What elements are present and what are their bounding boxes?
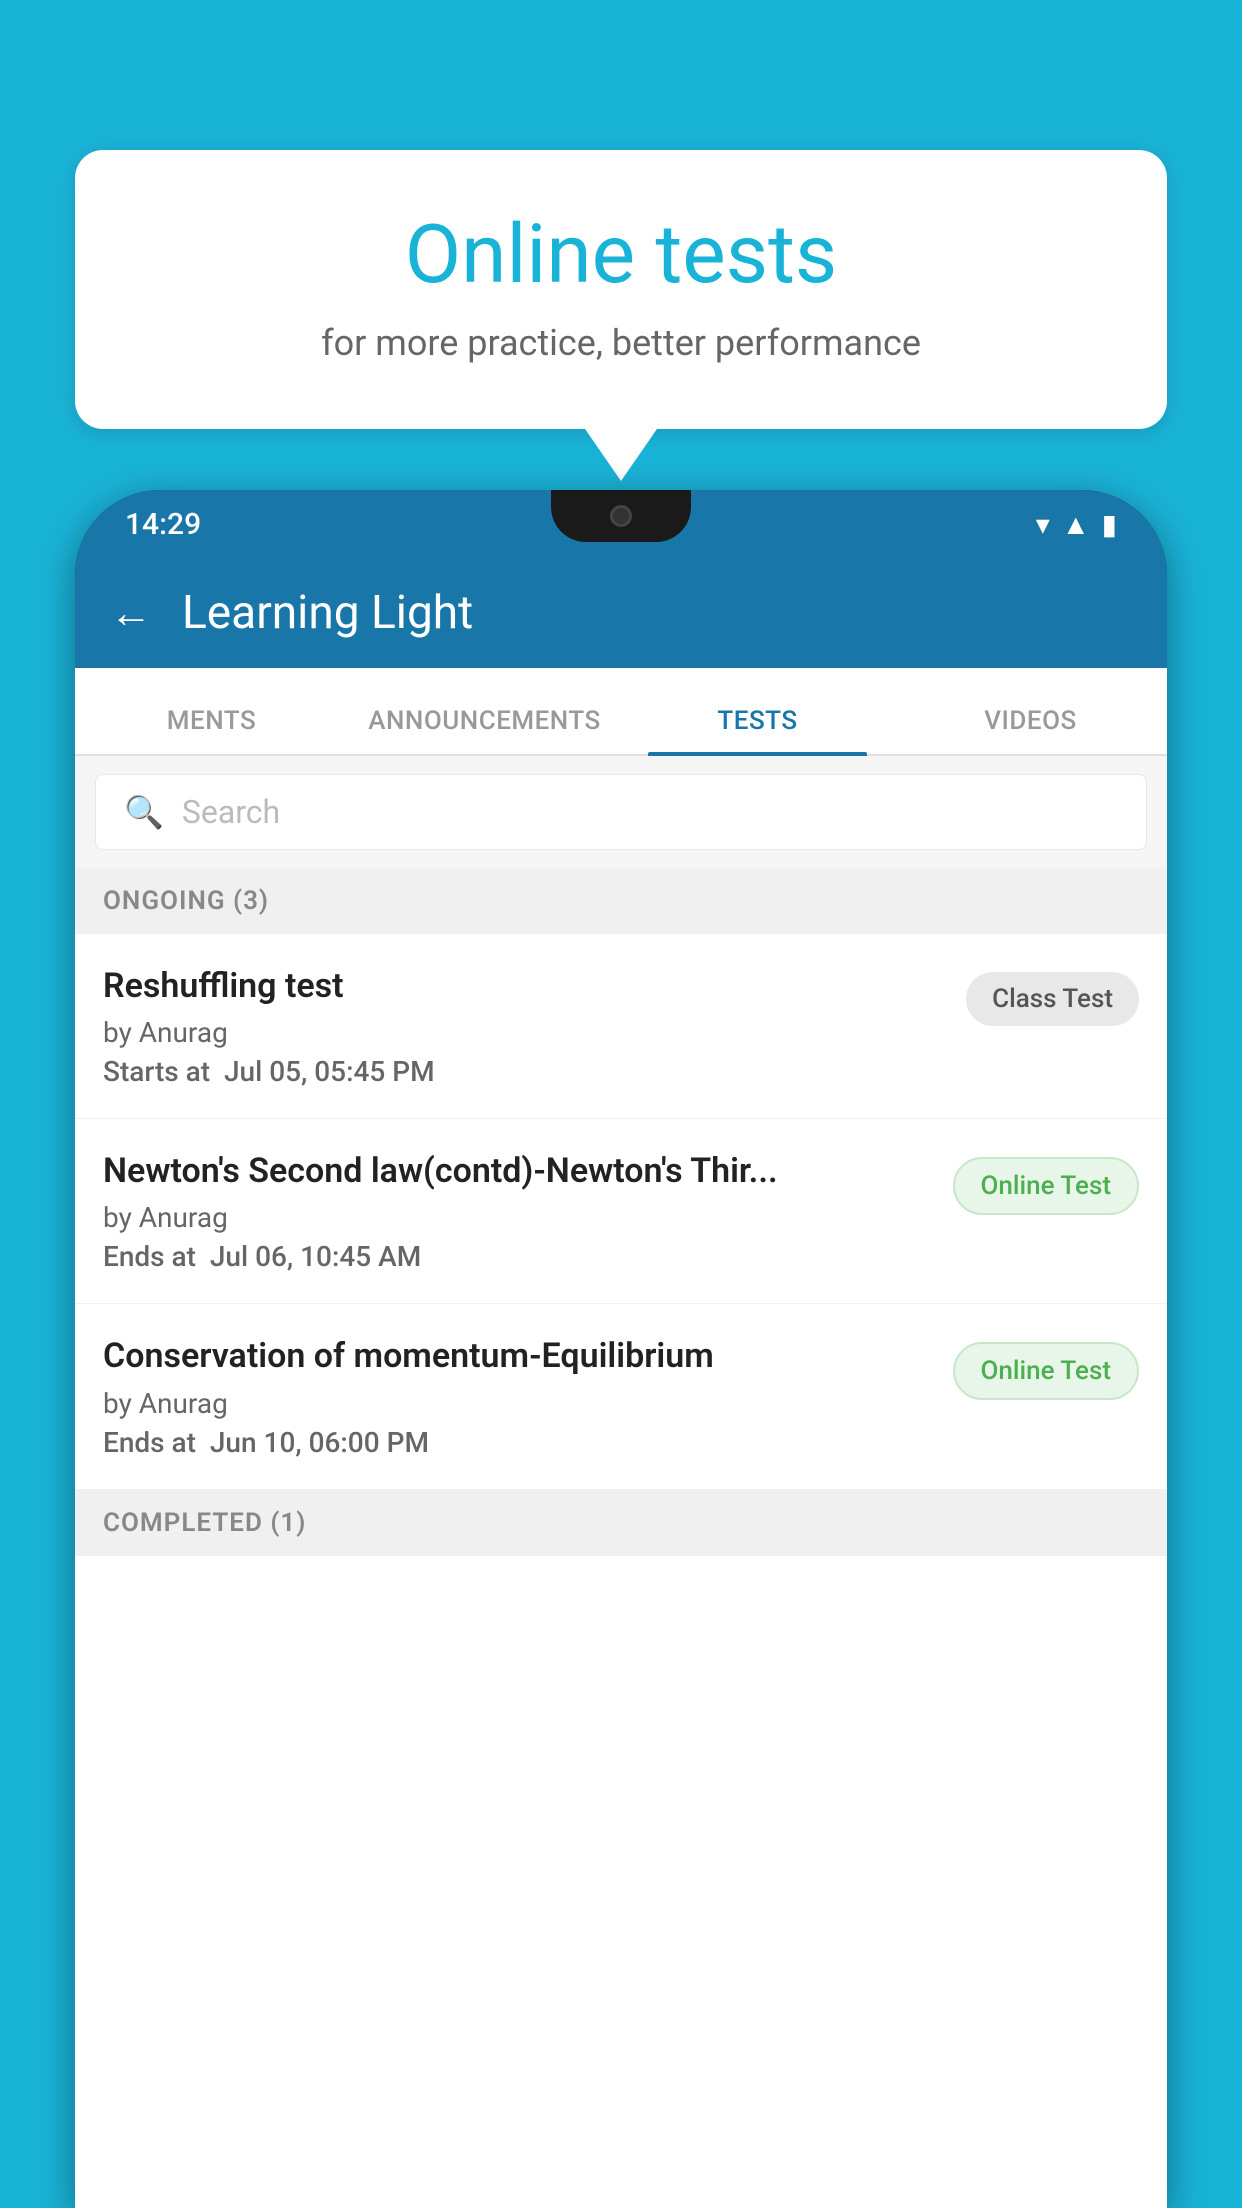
- bubble-title: Online tests: [145, 210, 1097, 300]
- battery-icon: ▮: [1102, 508, 1117, 541]
- status-time: 14:29: [125, 507, 201, 542]
- test-title-newton: Newton's Second law(contd)-Newton's Thir…: [103, 1149, 933, 1193]
- test-title-conservation: Conservation of momentum-Equilibrium: [103, 1334, 933, 1378]
- status-bar: 14:29 ▾ ▲ ▮: [75, 490, 1167, 558]
- test-item-reshuffling[interactable]: Reshuffling test by Anurag Starts at Jul…: [75, 934, 1167, 1119]
- test-badge-reshuffling: Class Test: [966, 972, 1139, 1026]
- test-badge-conservation: Online Test: [953, 1342, 1140, 1400]
- phone-frame: 14:29 ▾ ▲ ▮ ← Learning Light MENTS ANNOU…: [75, 490, 1167, 2208]
- test-author-reshuffling: by Anurag: [103, 1016, 946, 1049]
- tabs-bar: MENTS ANNOUNCEMENTS TESTS VIDEOS: [75, 668, 1167, 756]
- speech-bubble-container: Online tests for more practice, better p…: [75, 150, 1167, 429]
- test-date-newton: Ends at Jul 06, 10:45 AM: [103, 1240, 933, 1273]
- test-date-conservation: Ends at Jun 10, 06:00 PM: [103, 1426, 933, 1459]
- status-icons: ▾ ▲ ▮: [1036, 508, 1117, 541]
- test-info-reshuffling: Reshuffling test by Anurag Starts at Jul…: [103, 964, 946, 1088]
- signal-icon: ▲: [1062, 508, 1090, 541]
- test-item-newton[interactable]: Newton's Second law(contd)-Newton's Thir…: [75, 1119, 1167, 1304]
- test-badge-newton: Online Test: [953, 1157, 1140, 1215]
- search-container: 🔍 Search: [75, 756, 1167, 868]
- back-button[interactable]: ←: [110, 589, 152, 638]
- test-title-reshuffling: Reshuffling test: [103, 964, 946, 1008]
- tab-tests[interactable]: TESTS: [621, 706, 894, 754]
- wifi-icon: ▾: [1036, 508, 1050, 541]
- ongoing-section-header: ONGOING (3): [75, 868, 1167, 934]
- app-bar: ← Learning Light: [75, 558, 1167, 668]
- camera-dot: [610, 505, 632, 527]
- speech-bubble: Online tests for more practice, better p…: [75, 150, 1167, 429]
- test-info-conservation: Conservation of momentum-Equilibrium by …: [103, 1334, 933, 1458]
- completed-section-header: COMPLETED (1): [75, 1490, 1167, 1556]
- tab-videos[interactable]: VIDEOS: [894, 706, 1167, 754]
- app-title: Learning Light: [182, 586, 473, 640]
- test-date-reshuffling: Starts at Jul 05, 05:45 PM: [103, 1055, 946, 1088]
- tab-announcements[interactable]: ANNOUNCEMENTS: [348, 706, 621, 754]
- tab-ments[interactable]: MENTS: [75, 706, 348, 754]
- search-placeholder: Search: [182, 793, 280, 831]
- search-bar[interactable]: 🔍 Search: [95, 774, 1147, 850]
- test-item-conservation[interactable]: Conservation of momentum-Equilibrium by …: [75, 1304, 1167, 1489]
- test-author-conservation: by Anurag: [103, 1387, 933, 1420]
- search-icon: 🔍: [124, 793, 164, 831]
- notch: [551, 490, 691, 542]
- test-info-newton: Newton's Second law(contd)-Newton's Thir…: [103, 1149, 933, 1273]
- test-author-newton: by Anurag: [103, 1201, 933, 1234]
- bubble-subtitle: for more practice, better performance: [145, 322, 1097, 364]
- phone-content: MENTS ANNOUNCEMENTS TESTS VIDEOS 🔍 Searc…: [75, 668, 1167, 2208]
